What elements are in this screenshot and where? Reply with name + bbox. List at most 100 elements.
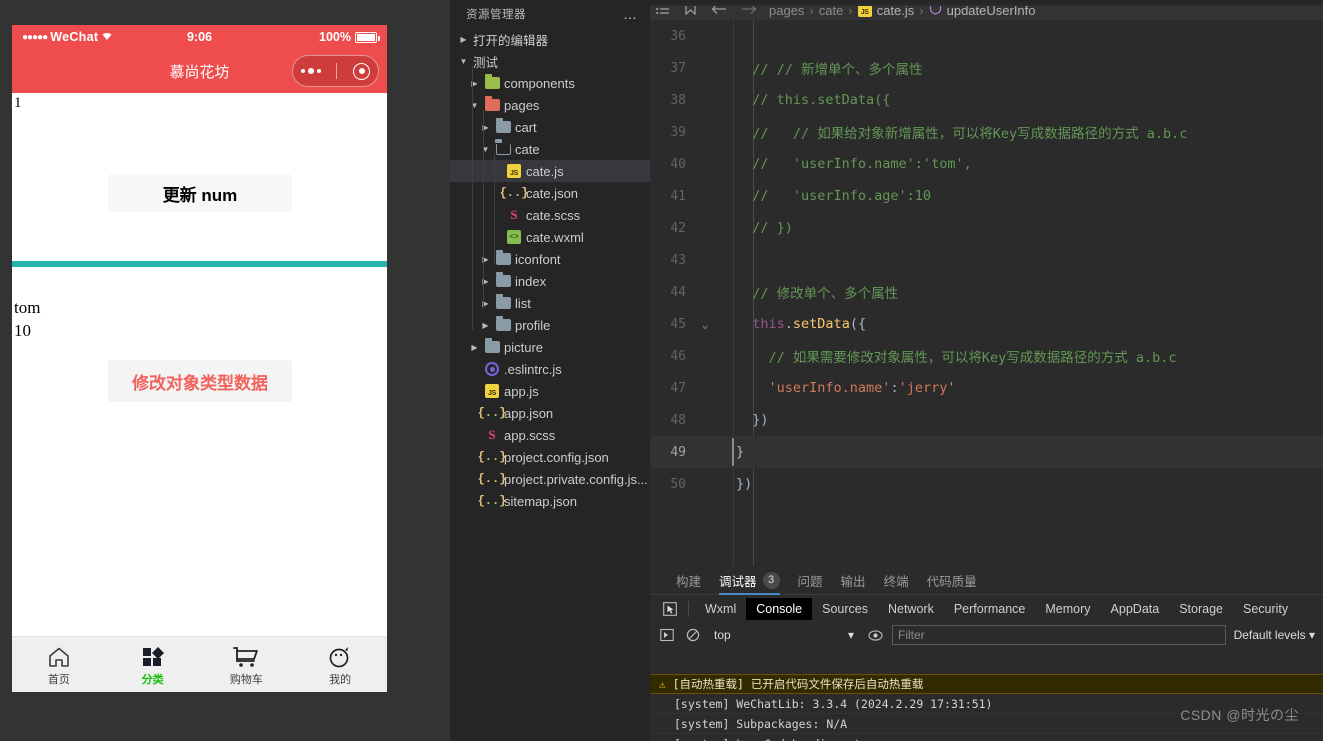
explorer-item-app.scss[interactable]: Sapp.scss: [450, 424, 650, 446]
user-age-text: 10: [14, 321, 31, 340]
explorer-item-profile[interactable]: ▶ profile: [450, 314, 650, 336]
code-line-42[interactable]: 42 // }): [650, 212, 1323, 244]
console-log-list[interactable]: ⚠ [自动热重载] 已开启代码文件保存后自动热重载 [system] WeChatL…: [650, 674, 1323, 741]
chevron-down-icon[interactable]: ▼: [480, 145, 491, 154]
explorer-item-app.js[interactable]: JS app.js: [450, 380, 650, 402]
explorer-item-cate.json[interactable]: {..} cate.json: [450, 182, 650, 204]
explorer-item-cate.js[interactable]: JS cate.js: [450, 160, 650, 182]
code-line-45[interactable]: 45 ⌄ this.setData({: [650, 308, 1323, 340]
devtools-tab-sources[interactable]: Sources: [812, 598, 878, 620]
code-line-47[interactable]: 47 'userInfo.name':'jerry': [650, 372, 1323, 404]
chevron-down-icon[interactable]: ▼: [469, 101, 480, 110]
explorer-item-cate.wxml[interactable]: <> cate.wxml: [450, 226, 650, 248]
explorer-item-picture[interactable]: ▶ picture: [450, 336, 650, 358]
section-divider: [12, 261, 387, 267]
chevron-right-icon[interactable]: ▶: [480, 255, 491, 264]
fold-toggle-icon[interactable]: ⌄: [696, 318, 714, 331]
panel-tab-0[interactable]: 构建: [676, 566, 701, 595]
explorer-item-cart[interactable]: ▶ cart: [450, 116, 650, 138]
explorer-item-pages[interactable]: ▼ pages: [450, 94, 650, 116]
explorer-item-sitemap.json[interactable]: {..} sitemap.json: [450, 490, 650, 512]
explorer-item-iconfont[interactable]: ▶ iconfont: [450, 248, 650, 270]
explorer-item-[interactable]: ▼ 测试: [450, 50, 650, 72]
explorer-item-list[interactable]: ▶ list: [450, 292, 650, 314]
explorer-item-[interactable]: ▶ 打开的编辑器: [450, 28, 650, 50]
devtools-tab-network[interactable]: Network: [878, 598, 944, 620]
code-line-36[interactable]: 36: [650, 20, 1323, 52]
console-log-row[interactable]: [system] LazyCodeLoading: true: [650, 734, 1323, 741]
code-line-38[interactable]: 38 // this.setData({: [650, 84, 1323, 116]
console-log-row[interactable]: [system] Subpackages: N/A: [650, 714, 1323, 734]
explorer-item-index[interactable]: ▶ index: [450, 270, 650, 292]
num-value-text: 1: [14, 95, 22, 111]
code-line-41[interactable]: 41 // 'userInfo.age':10: [650, 180, 1323, 212]
chevron-down-icon[interactable]: ▼: [458, 57, 469, 66]
code-line-50[interactable]: 50}): [650, 468, 1323, 500]
chevron-right-icon[interactable]: ▶: [480, 299, 491, 308]
execution-context-icon[interactable]: [658, 628, 676, 642]
code-line-43[interactable]: 43: [650, 244, 1323, 276]
line-number: 44: [670, 284, 686, 300]
explorer-more-icon[interactable]: …: [623, 7, 638, 21]
explorer-item-components[interactable]: ▶ components: [450, 72, 650, 94]
console-log-text: [system] LazyCodeLoading: true: [674, 737, 882, 741]
explorer-item-label: 打开的编辑器: [473, 33, 549, 48]
json-file-icon: {..}: [477, 494, 507, 508]
panel-tab-5[interactable]: 代码质量: [927, 566, 977, 595]
tabbar-item-cart[interactable]: 购物车: [200, 642, 294, 687]
code-lines-area[interactable]: 36 37 // // 新增单个、多个属性 38 // this.setData({…: [650, 20, 1323, 566]
devtools-tab-wxml[interactable]: Wxml: [695, 598, 746, 620]
chevron-right-icon[interactable]: ▶: [480, 321, 491, 330]
console-log-row[interactable]: [system] WeChatLib: 3.3.4 (2024.2.29 17:…: [650, 694, 1323, 714]
tabbar-item-profile[interactable]: 我的: [293, 642, 387, 687]
chevron-right-icon[interactable]: ▶: [480, 277, 491, 286]
tabbar-item-category[interactable]: 分类: [106, 642, 200, 687]
phone-tabbar: 首页 分类 购物车 我的: [12, 636, 387, 692]
panel-tab-4[interactable]: 终端: [884, 566, 909, 595]
panel-tab-3[interactable]: 输出: [841, 566, 866, 595]
inspect-element-icon[interactable]: [658, 601, 682, 616]
explorer-item-.eslintrc.js[interactable]: .eslintrc.js: [450, 358, 650, 380]
explorer-item-app.json[interactable]: {..} app.json: [450, 402, 650, 424]
explorer-item-cate.scss[interactable]: Scate.scss: [450, 204, 650, 226]
execution-context-select[interactable]: top ▾: [710, 626, 858, 645]
devtools-tab-console[interactable]: Console: [746, 597, 813, 620]
explorer-item-cate[interactable]: ▼ cate: [450, 138, 650, 160]
chevron-right-icon[interactable]: ▶: [458, 35, 469, 44]
chevron-right-icon[interactable]: ▶: [469, 343, 480, 352]
home-icon: [47, 642, 71, 668]
log-levels-dropdown[interactable]: Default levels ▾: [1234, 628, 1315, 642]
devtools-tab-performance[interactable]: Performance: [944, 598, 1036, 620]
code-line-44[interactable]: 44 // 修改单个、多个属性: [650, 276, 1323, 308]
devtools-tab-security[interactable]: Security: [1233, 598, 1298, 620]
devtools-tab-memory[interactable]: Memory: [1035, 598, 1100, 620]
tabbar-item-home[interactable]: 首页: [12, 642, 106, 687]
more-dots-icon[interactable]: [300, 68, 321, 74]
explorer-item-project.private.config.js...[interactable]: {..} project.private.config.js...: [450, 468, 650, 490]
panel-tab-1[interactable]: 调试器 3: [719, 566, 780, 595]
close-target-icon[interactable]: [353, 62, 371, 80]
explorer-item-project.config.json[interactable]: {..} project.config.json: [450, 446, 650, 468]
clear-console-icon[interactable]: [684, 628, 702, 642]
code-line-49[interactable]: 49}: [650, 436, 1323, 468]
code-line-37[interactable]: 37 // // 新增单个、多个属性: [650, 52, 1323, 84]
console-filter-input[interactable]: [892, 625, 1226, 645]
wechat-capsule-button[interactable]: [292, 55, 379, 87]
update-num-button[interactable]: 更新 num: [108, 174, 292, 212]
line-number: 50: [670, 476, 686, 492]
devtools-tab-appdata[interactable]: AppData: [1101, 598, 1170, 620]
code-line-46[interactable]: 46 // 如果需要修改对象属性，可以将Key写成数据路径的方式 a.b.c: [650, 340, 1323, 372]
code-text: this.setData({: [752, 316, 867, 332]
console-log-row[interactable]: ⚠ [自动热重载] 已开启代码文件保存后自动热重载: [650, 674, 1323, 694]
code-line-40[interactable]: 40 // 'userInfo.name':'tom',: [650, 148, 1323, 180]
chevron-right-icon[interactable]: ▶: [480, 123, 491, 132]
devtools-tab-storage[interactable]: Storage: [1169, 598, 1233, 620]
line-number: 46: [670, 348, 686, 364]
json-file-icon: {..}: [477, 406, 507, 420]
panel-tab-2[interactable]: 问题: [798, 566, 823, 595]
live-expression-icon[interactable]: [866, 629, 884, 642]
chevron-right-icon[interactable]: ▶: [469, 79, 480, 88]
code-line-48[interactable]: 48 }): [650, 404, 1323, 436]
code-line-39[interactable]: 39 // // 如果给对象新增属性，可以将Key写成数据路径的方式 a.b.c: [650, 116, 1323, 148]
modify-object-button[interactable]: 修改对象类型数据: [108, 360, 292, 402]
